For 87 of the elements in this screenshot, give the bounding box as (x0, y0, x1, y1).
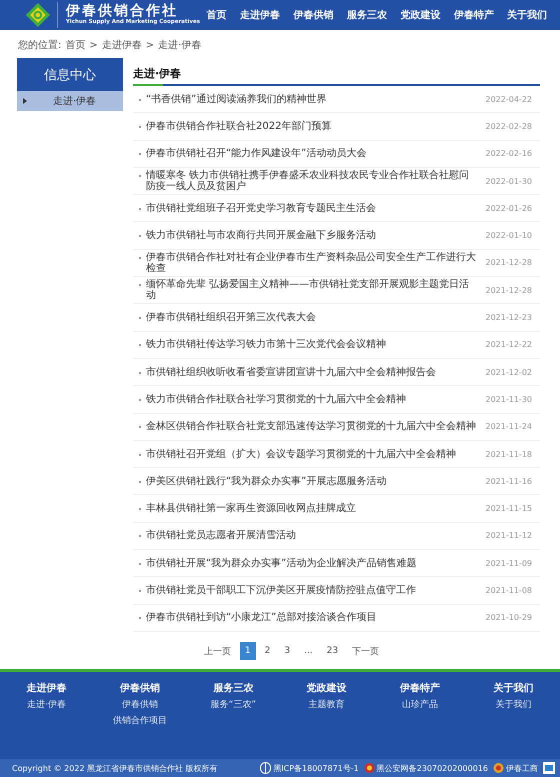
site-title: 伊春供销合作社 (66, 4, 178, 18)
footer-heading: 走进伊春 (26, 682, 67, 695)
copyright-text: Copyright © 2022 黑龙江省伊春市供销合作社 版权所有 (12, 762, 218, 774)
article-link[interactable]: 丰林县供销社第一家再生资源回收网点挂牌成立 (139, 503, 356, 514)
article-link[interactable]: 铁力市供销合作社联合社学习贯彻党的十九届六中全会精神 (139, 394, 406, 405)
footer-heading: 伊春特产 (400, 682, 440, 695)
article-date: 2021-12-02 (486, 368, 532, 377)
footer-link[interactable]: 山珍产品 (402, 698, 438, 711)
article-date: 2021-11-12 (486, 531, 532, 540)
article-link[interactable]: 伊春市供销社到访“小康龙江”总部对接洽谈合作项目 (139, 612, 376, 624)
article-link[interactable]: 市供销社党员干部职工下沉伊美区开展疫情防控驻点值守工作 (139, 584, 416, 596)
article-date: 2022-01-30 (486, 176, 532, 186)
article-link[interactable]: 铁力市供销社与市农商行共同开展金融下乡服务活动 (139, 230, 376, 242)
verification-icon[interactable] (543, 762, 555, 774)
article-link[interactable]: 铁力市供销社传达学习铁力市第十三次党代会会议精神 (139, 339, 386, 350)
nav-link[interactable]: 服务三农 (346, 8, 387, 22)
article-date: 2021-11-09 (486, 558, 532, 568)
article-link[interactable]: 市供销社党组班子召开党史学习教育专题民主生活会 (139, 202, 376, 214)
breadcrumb-label: 您的位置: (18, 38, 62, 52)
caret-icon (23, 98, 27, 104)
article-date: 2021-12-22 (486, 340, 532, 350)
article-date: 2021-12-28 (486, 258, 532, 268)
breadcrumb-link[interactable]: 走进·伊春 (158, 38, 202, 52)
article-link[interactable]: 伊美区供销社践行“我为群众办实事”开展志愿服务活动 (139, 476, 386, 487)
article-date: 2022-02-28 (486, 122, 532, 131)
article-date: 2021-11-24 (486, 422, 532, 432)
breadcrumb-separator: > (146, 40, 154, 50)
footer-heading: 党政建设 (306, 682, 347, 695)
article-date: 2021-11-18 (486, 450, 532, 458)
emblem-icon (260, 762, 272, 774)
police-link[interactable]: 黑公安网备23070202000016 (364, 762, 488, 774)
footer-heading: 关于我们 (493, 682, 534, 695)
sidebar-item[interactable]: 走进·伊春 (17, 91, 123, 111)
page-link[interactable]: 下一页 (347, 642, 384, 661)
article-date: 2021-12-23 (486, 313, 532, 322)
article-link[interactable]: 市供销社党员志愿者开展清雪活动 (139, 530, 296, 542)
article-link[interactable]: 情暖寒冬 铁力市供销社携手伊春盛禾农业科技农民专业合作社联合社慰问防疫一线人员及贫困户 (139, 170, 478, 192)
nav-link[interactable]: 走进伊春 (240, 8, 280, 22)
article-link[interactable]: 伊春市供销合作社联合社2022年部门预算 (139, 120, 332, 132)
footer-heading: 服务三农 (213, 682, 254, 695)
footer-link[interactable]: 关于我们 (495, 698, 532, 711)
article-date: 2021-11-16 (486, 476, 532, 486)
article-date: 2021-11-15 (486, 504, 532, 514)
breadcrumb-separator: > (89, 40, 98, 50)
article-date: 2021-12-28 (486, 286, 532, 295)
article-date: 2022-01-10 (486, 231, 532, 240)
page-link[interactable]: 3 (279, 643, 296, 660)
nav-link[interactable]: 党政建设 (400, 8, 440, 22)
article-link[interactable]: 市供销社组织收听收看省委宣讲团宣讲十九届六中全会精神报告会 (139, 366, 436, 378)
article-link[interactable]: 伊春市供销社召开“能力作风建设年”活动动员大会 (139, 148, 366, 160)
page-link[interactable]: 上一页 (198, 642, 236, 661)
article-link[interactable]: 伊春市供销合作社对社有企业伊春市生产资料杂品公司安全生产工作进行大检查 (139, 252, 478, 274)
footer-link[interactable]: 伊春供销 (122, 698, 158, 711)
footer-heading: 伊春供销 (120, 682, 160, 695)
section-title: 走进·伊春 (133, 67, 182, 80)
article-link[interactable]: 市供销社开展“我为群众办实事”活动为企业解决产品销售难题 (139, 558, 416, 569)
article-link[interactable]: 伊春市供销社组织召开第三次代表大会 (139, 312, 316, 324)
breadcrumb-link[interactable]: 走进伊春 (102, 38, 142, 52)
article-date: 2021-11-08 (486, 586, 532, 595)
page-link[interactable]: ... (299, 643, 318, 660)
sidebar-title: 信息中心 (17, 58, 123, 91)
footer-link[interactable]: 服务“三农” (210, 698, 256, 711)
article-link[interactable]: 市供销社召开党组（扩大）会议专题学习贯彻党的十九届六中全会精神 (139, 448, 456, 460)
footer-link[interactable]: 供销合作项目 (112, 714, 167, 727)
page-link[interactable]: 23 (322, 643, 344, 660)
article-date: 2022-04-22 (486, 94, 532, 104)
nav-link[interactable]: 伊春特产 (454, 8, 494, 22)
page-link[interactable]: 1 (240, 642, 256, 660)
business-license-link[interactable]: 伊春工商 (493, 762, 538, 774)
article-date: 2021-11-30 (486, 394, 532, 404)
footer-link[interactable]: 走进·伊春 (27, 698, 66, 711)
logo-icon (25, 2, 58, 28)
article-link[interactable]: 金林区供销合作社联合社党支部迅速传达学习贯彻党的十九届六中全会精神 (139, 421, 476, 432)
nav-link[interactable]: 首页 (206, 8, 227, 22)
nav-link[interactable]: 关于我们 (507, 8, 548, 22)
nav-link[interactable]: 伊春供销 (294, 8, 334, 22)
page-link[interactable]: 2 (260, 643, 276, 660)
article-link[interactable]: “书香供销”通过阅读涵养我们的精神世界 (139, 94, 326, 105)
icp-link[interactable]: 黑ICP备18007871号-1 (260, 762, 359, 774)
article-date: 2021-10-29 (486, 613, 532, 622)
badge-icon (493, 762, 504, 774)
breadcrumb-link[interactable]: 首页 (65, 38, 86, 52)
article-link[interactable]: 缅怀革命先辈 弘扬爱国主义精神——市供销社党支部开展观影主题党日活动 (139, 279, 478, 302)
footer-link[interactable]: 主题教育 (308, 698, 345, 711)
article-date: 2022-01-26 (486, 204, 532, 213)
article-date: 2022-02-16 (486, 149, 532, 158)
badge-icon (364, 762, 375, 774)
